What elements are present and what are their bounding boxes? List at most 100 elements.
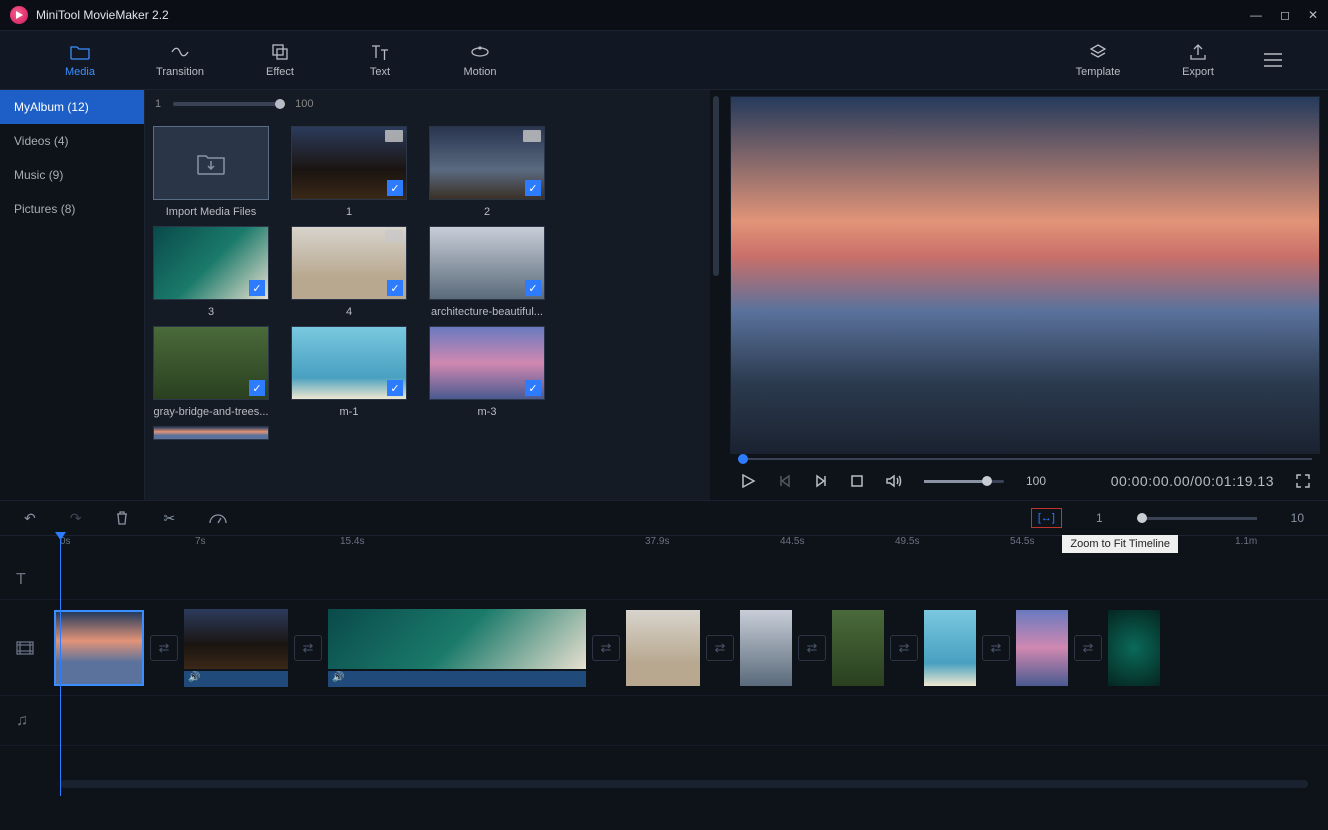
volume-icon[interactable] [886,474,902,488]
maximize-button[interactable]: ◻ [1280,8,1290,22]
undo-button[interactable]: ↶ [24,510,36,527]
media-thumb-8[interactable]: ✓ [429,326,545,400]
toolbar-template[interactable]: Template [1048,42,1148,78]
zoom-fit-button[interactable]: [↔] [1031,508,1062,528]
media-zoom-max: 100 [295,98,313,110]
toolbar-effect[interactable]: Effect [230,42,330,78]
media-zoom-slider[interactable] [173,102,283,106]
transition-gap[interactable]: ⇄ [592,635,620,661]
video-icon [385,130,403,142]
video-icon [385,230,403,242]
check-icon: ✓ [387,280,403,296]
title-bar: MiniTool MovieMaker 2.2 — ◻ ✕ [0,0,1328,30]
media-panel: 1 100 Import Media Files ✓ 1 ✓ 2 [145,90,710,500]
media-zoom-min: 1 [155,98,161,110]
toolbar-transition[interactable]: Transition [130,42,230,78]
toolbar-text[interactable]: Text [330,42,430,78]
transition-icon [170,42,190,62]
timeline-clip[interactable]: 🔊 [184,609,288,687]
transition-gap[interactable]: ⇄ [150,635,178,661]
media-thumb-2[interactable]: ✓ [429,126,545,200]
play-button[interactable] [740,473,756,489]
hamburger-icon [1263,50,1283,70]
timeline-clip[interactable] [1016,610,1068,686]
check-icon: ✓ [249,380,265,396]
transition-gap[interactable]: ⇄ [798,635,826,661]
transition-gap[interactable]: ⇄ [890,635,918,661]
timeline-clip[interactable] [626,610,700,686]
main-toolbar: Media Transition Effect Text Motion Temp… [0,30,1328,90]
media-scrollbar[interactable] [710,90,722,500]
timeline-clip[interactable] [1108,610,1160,686]
check-icon: ✓ [525,180,541,196]
video-track-icon [16,641,46,655]
delete-button[interactable] [115,511,129,525]
redo-button[interactable]: ↷ [70,510,82,527]
media-thumb-partial[interactable] [153,426,269,440]
timeline-clip[interactable] [740,610,792,686]
transition-gap[interactable]: ⇄ [706,635,734,661]
export-icon [1189,42,1207,62]
folder-icon [70,42,90,62]
media-thumb-3[interactable]: ✓ [153,226,269,300]
preview-panel: 100 00:00:00.00/00:01:19.13 [722,90,1328,500]
timeline-zoom-min: 1 [1096,511,1103,525]
timeline-zoom-slider[interactable] [1137,517,1257,520]
sidebar-item-music[interactable]: Music (9) [0,158,144,192]
media-thumb-7[interactable]: ✓ [291,326,407,400]
toolbar-export[interactable]: Export [1148,42,1248,78]
playhead[interactable] [60,536,61,796]
split-button[interactable]: ✂ [163,510,175,527]
text-track[interactable]: T [0,560,1328,600]
volume-value: 100 [1026,474,1046,488]
main-area: MyAlbum (12) Videos (4) Music (9) Pictur… [0,90,1328,500]
media-thumb-5[interactable]: ✓ [429,226,545,300]
timeline-clip[interactable] [832,610,884,686]
video-track[interactable]: ⇄ 🔊 ⇄ 🔊 ⇄ ⇄ ⇄ ⇄ ⇄ ⇄ [0,600,1328,696]
transition-gap[interactable]: ⇄ [1074,635,1102,661]
import-label: Import Media Files [166,206,256,218]
toolbar-media[interactable]: Media [30,42,130,78]
audio-track-icon: ♫ [16,712,46,730]
preview-progress[interactable] [730,456,1320,462]
zoom-fit-tooltip: Zoom to Fit Timeline [1062,535,1178,553]
transition-gap[interactable]: ⇄ [294,635,322,661]
check-icon: ✓ [525,280,541,296]
close-button[interactable]: ✕ [1308,8,1318,22]
app-title: MiniTool MovieMaker 2.2 [36,8,169,22]
check-icon: ✓ [387,380,403,396]
next-frame-button[interactable] [814,474,828,488]
preview-video[interactable] [730,96,1320,454]
media-thumb-4[interactable]: ✓ [291,226,407,300]
prev-frame-button[interactable] [778,474,792,488]
media-grid: Import Media Files ✓ 1 ✓ 2 ✓ 3 ✓ 4 [145,118,710,500]
toolbar-menu[interactable] [1248,50,1298,70]
minimize-button[interactable]: — [1250,8,1262,22]
media-thumb-1[interactable]: ✓ [291,126,407,200]
volume-slider[interactable] [924,480,1004,483]
speed-button[interactable] [209,512,227,524]
stop-button[interactable] [850,474,864,488]
timeline-clip[interactable]: 🔊 [328,609,586,687]
sidebar-item-pictures[interactable]: Pictures (8) [0,192,144,226]
edit-toolbar: ↶ ↷ ✂ [↔] 1 10 Zoom to Fit Timeline [0,500,1328,536]
sidebar-item-myalbum[interactable]: MyAlbum (12) [0,90,144,124]
time-display: 00:00:00.00/00:01:19.13 [1111,473,1274,489]
preview-controls: 100 00:00:00.00/00:01:19.13 [730,462,1320,500]
check-icon: ✓ [525,380,541,396]
timeline-zoom-max: 10 [1291,511,1304,525]
timeline-clip[interactable] [54,610,144,686]
media-thumb-6[interactable]: ✓ [153,326,269,400]
toolbar-motion[interactable]: Motion [430,42,530,78]
audio-track[interactable]: ♫ [0,696,1328,746]
sidebar-item-videos[interactable]: Videos (4) [0,124,144,158]
template-icon [1089,42,1107,62]
effect-icon [271,42,289,62]
text-track-icon: T [16,571,46,589]
import-media-button[interactable] [153,126,269,200]
transition-gap[interactable]: ⇄ [982,635,1010,661]
text-icon [371,42,389,62]
timeline-clip[interactable] [924,610,976,686]
timeline-scrollbar[interactable] [60,780,1308,788]
fullscreen-button[interactable] [1296,474,1310,488]
